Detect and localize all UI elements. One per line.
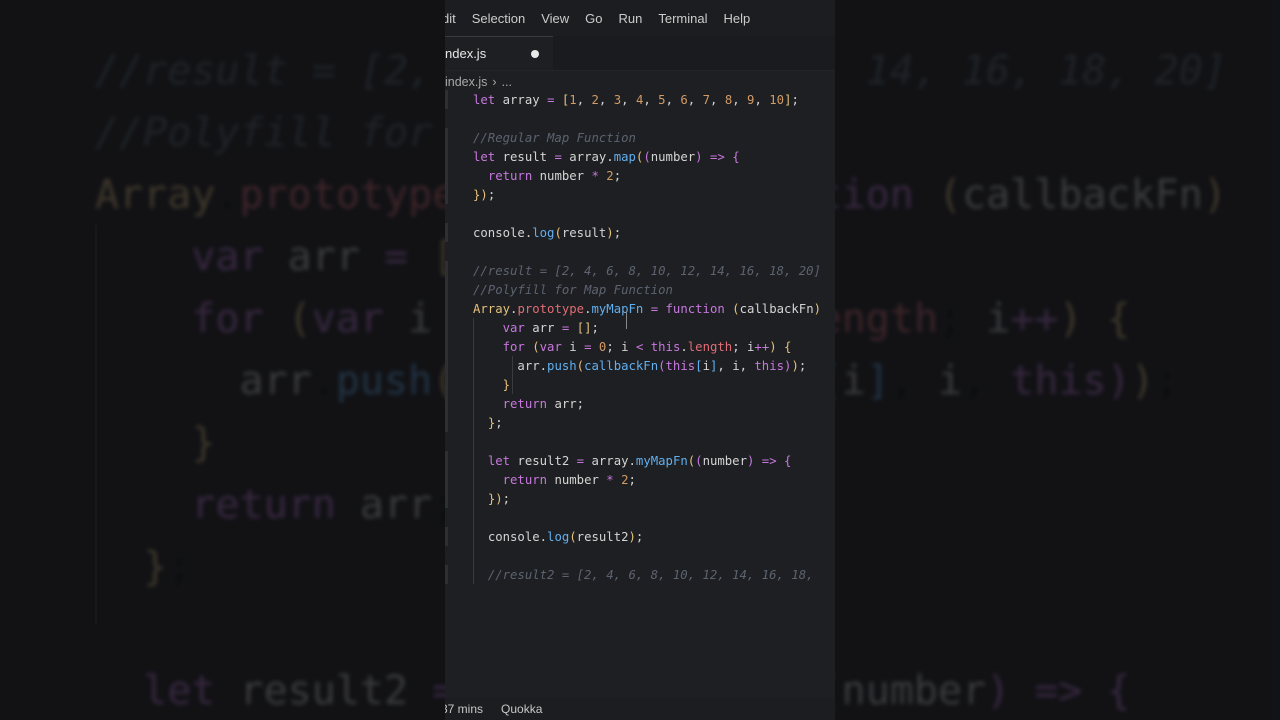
- code-line[interactable]: console.log(result2);: [473, 528, 644, 547]
- gutter-marker: [445, 337, 448, 356]
- unsaved-dot-icon[interactable]: [531, 49, 539, 58]
- gutter-marker: [445, 527, 448, 546]
- code-line[interactable]: let result = array.map((number) => {: [473, 148, 740, 167]
- menu-item-selection[interactable]: Selection: [464, 11, 533, 26]
- gutter-marker: [445, 128, 448, 147]
- text-cursor-icon: [626, 311, 627, 329]
- code-line[interactable]: let array = [1, 2, 3, 4, 5, 6, 7, 8, 9, …: [473, 91, 799, 110]
- chevron-right-icon: ›: [492, 75, 497, 89]
- indent-guide: [473, 318, 474, 584]
- menu-item-go[interactable]: Go: [577, 11, 610, 26]
- menu-item-view[interactable]: View: [533, 11, 577, 26]
- gutter-marker: [445, 299, 448, 318]
- menu-bar: dit Selection View Go Run Terminal Help: [445, 0, 835, 36]
- code-line[interactable]: arr.push(callbackFn(this[i], i, this));: [473, 357, 806, 376]
- menu-item-run[interactable]: Run: [611, 11, 651, 26]
- code-area[interactable]: let array = [1, 2, 3, 4, 5, 6, 7, 8, 9, …: [445, 90, 835, 590]
- left-shade: [0, 0, 445, 720]
- code-line[interactable]: };: [473, 414, 503, 433]
- code-line[interactable]: for (var i = 0; i < this.length; i++) {: [473, 338, 792, 357]
- menu-item-terminal[interactable]: Terminal: [650, 11, 715, 26]
- code-editor-window: dit Selection View Go Run Terminal Help ndex.j…: [445, 0, 835, 720]
- tab-index-js[interactable]: ndex.js: [445, 36, 553, 70]
- code-line[interactable]: return arr;: [473, 395, 584, 414]
- breadcrumb-more[interactable]: ...: [502, 75, 512, 89]
- status-quokka[interactable]: Quokka: [501, 702, 542, 716]
- gutter-marker: [445, 318, 448, 337]
- gutter-marker: [445, 394, 448, 413]
- code-line[interactable]: var arr = [];: [473, 319, 599, 338]
- gutter-marker: [445, 147, 448, 166]
- breadcrumb-file[interactable]: index.js: [445, 75, 487, 89]
- gutter-marker: [445, 280, 448, 299]
- code-line[interactable]: //result = [2, 4, 6, 8, 10, 12, 14, 16, …: [473, 262, 821, 281]
- gutter-marker: [445, 470, 448, 489]
- gutter-marker: [445, 261, 448, 280]
- gutter-marker: [445, 185, 448, 204]
- gutter-marker: [445, 375, 448, 394]
- code-line[interactable]: console.log(result);: [473, 224, 621, 243]
- code-line[interactable]: });: [473, 186, 495, 205]
- gutter-marker: [445, 223, 448, 242]
- tab-bar: ndex.js: [445, 36, 835, 71]
- indent-guide: [512, 356, 513, 394]
- code-line[interactable]: return number * 2;: [473, 167, 621, 186]
- code-line[interactable]: Array.prototype.myMapFn = function (call…: [473, 300, 821, 319]
- right-shade: [835, 0, 1280, 720]
- code-line[interactable]: //Regular Map Function: [473, 129, 636, 148]
- code-line[interactable]: }: [473, 376, 510, 395]
- code-line[interactable]: });: [473, 490, 510, 509]
- code-line[interactable]: return number * 2;: [473, 471, 636, 490]
- gutter-marker: [445, 90, 448, 109]
- gutter-marker: [445, 166, 448, 185]
- menu-item-dit[interactable]: dit: [445, 11, 464, 26]
- gutter-marker: [445, 356, 448, 375]
- gutter-marker: [445, 413, 448, 432]
- gutter-marker: [445, 489, 448, 508]
- gutter-marker: [445, 451, 448, 470]
- status-time[interactable]: 37 mins: [445, 702, 483, 716]
- gutter-marker: [445, 565, 448, 584]
- code-line[interactable]: //result2 = [2, 4, 6, 8, 10, 12, 14, 16,…: [473, 566, 814, 585]
- code-line[interactable]: let result2 = array.myMapFn((number) => …: [473, 452, 792, 471]
- status-bar: 37 mins Quokka: [445, 698, 835, 720]
- menu-item-help[interactable]: Help: [716, 11, 759, 26]
- code-line[interactable]: //Polyfill for Map Function: [473, 281, 673, 300]
- tab-filename: ndex.js: [445, 46, 487, 61]
